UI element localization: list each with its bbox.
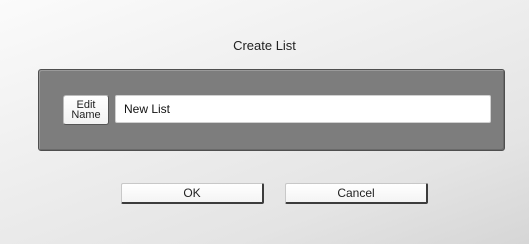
name-panel: Edit Name New List — [38, 69, 505, 151]
list-name-field[interactable]: New List — [115, 95, 491, 123]
edit-name-button-line2: Name — [71, 109, 101, 121]
create-list-dialog: Create List Edit Name New List OK Cancel — [0, 0, 529, 244]
edit-name-button[interactable]: Edit Name — [63, 95, 109, 125]
ok-button[interactable]: OK — [121, 183, 264, 204]
dialog-title: Create List — [233, 38, 296, 53]
cancel-button[interactable]: Cancel — [285, 183, 428, 204]
